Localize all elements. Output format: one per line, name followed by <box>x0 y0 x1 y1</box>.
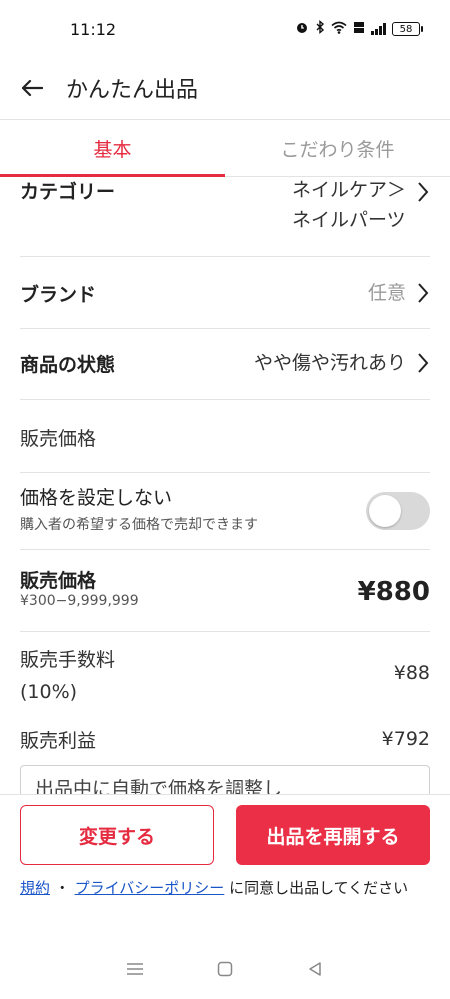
auto-price-adjust-label: 出品中に自動で価格を調整し <box>35 778 283 794</box>
condition-value: やや傷や汚れあり <box>253 352 406 374</box>
fee-label: 販売手数料 <box>20 649 116 671</box>
price-section-heading: 販売価格 <box>20 427 97 450</box>
price-label: 販売価格 <box>20 570 97 592</box>
no-price-label: 価格を設定しない <box>20 487 173 509</box>
alarm-icon <box>295 20 309 38</box>
profit-value: ¥792 <box>381 728 430 750</box>
page-title: かんたん出品 <box>66 78 199 103</box>
toggle-knob <box>369 495 401 527</box>
status-bar: 11:12 58 <box>0 0 450 60</box>
price-row: 販売価格 ¥300−9,999,999 <box>20 566 290 609</box>
chevron-right-icon <box>418 182 429 202</box>
terms-link[interactable]: 規約 <box>20 879 50 897</box>
footer-actions: 変更する 出品を再開する 規約 ・ プライバシーポリシー に同意し出品してくださ… <box>0 794 450 939</box>
listing-form: カテゴリー ネイルケア＞ ネイルパーツ ブランド 任意 商品の状態 やや傷や汚れ… <box>0 177 450 794</box>
divider <box>20 631 430 632</box>
divider <box>20 472 430 473</box>
terms-separator: ・ <box>54 879 70 897</box>
divider <box>20 256 430 257</box>
tab-basic[interactable]: 基本 <box>0 120 225 177</box>
menu-icon[interactable] <box>123 957 147 981</box>
condition-row[interactable]: 商品の状態 やや傷や汚れあり <box>20 345 430 381</box>
system-nav-bar <box>0 939 450 999</box>
auto-price-adjust-option[interactable]: 出品中に自動で価格を調整し <box>20 765 430 794</box>
fee-rate: (10%) <box>20 681 78 703</box>
price-section-header: 販売価格 <box>20 419 430 455</box>
price-range: ¥300−9,999,999 <box>20 593 139 609</box>
no-price-toggle[interactable] <box>366 492 430 530</box>
signal-icon <box>371 23 386 35</box>
volte-icon <box>353 21 365 38</box>
brand-label: ブランド <box>20 283 97 306</box>
tab-bar: 基本 こだわり条件 <box>0 119 450 177</box>
category-row[interactable]: カテゴリー ネイルケア＞ ネイルパーツ <box>20 179 430 235</box>
home-icon[interactable] <box>213 957 237 981</box>
category-label: カテゴリー <box>20 181 116 203</box>
condition-label: 商品の状態 <box>20 353 116 376</box>
fee-row: 販売手数料 (10%) <box>20 644 290 708</box>
brand-value: 任意 <box>367 282 406 304</box>
profit-label: 販売利益 <box>20 729 97 752</box>
category-value-line2: ネイルパーツ <box>291 209 406 231</box>
category-value-line1: ネイルケア＞ <box>291 179 406 201</box>
chevron-right-icon <box>418 283 429 303</box>
back-triangle-icon[interactable] <box>303 957 327 981</box>
bluetooth-icon <box>315 20 325 38</box>
no-price-row: 価格を設定しない 購入者の希望する価格で売却できます <box>20 483 350 534</box>
privacy-policy-link[interactable]: プライバシーポリシー <box>75 879 225 897</box>
fee-value: ¥88 <box>393 662 430 684</box>
wifi-icon <box>331 21 347 38</box>
price-input[interactable]: ¥880 <box>358 577 430 607</box>
no-price-description: 購入者の希望する価格で売却できます <box>20 517 258 533</box>
relist-button[interactable]: 出品を再開する <box>236 805 430 865</box>
status-time: 11:12 <box>70 20 117 39</box>
change-button[interactable]: 変更する <box>20 805 214 865</box>
battery-indicator: 58 <box>392 22 423 36</box>
divider <box>20 549 430 550</box>
status-icons: 58 <box>295 20 423 38</box>
back-arrow-icon[interactable] <box>20 76 44 100</box>
brand-row[interactable]: ブランド 任意 <box>20 275 430 311</box>
terms-suffix: に同意し出品してください <box>229 879 409 897</box>
profit-row: 販売利益 ¥792 <box>20 723 430 755</box>
divider <box>20 399 430 400</box>
chevron-right-icon <box>418 353 429 373</box>
terms-notice: 規約 ・ プライバシーポリシー に同意し出品してください <box>20 877 430 899</box>
app-bar: かんたん出品 <box>0 60 450 116</box>
tab-preferences[interactable]: こだわり条件 <box>225 120 450 176</box>
divider <box>20 328 430 329</box>
